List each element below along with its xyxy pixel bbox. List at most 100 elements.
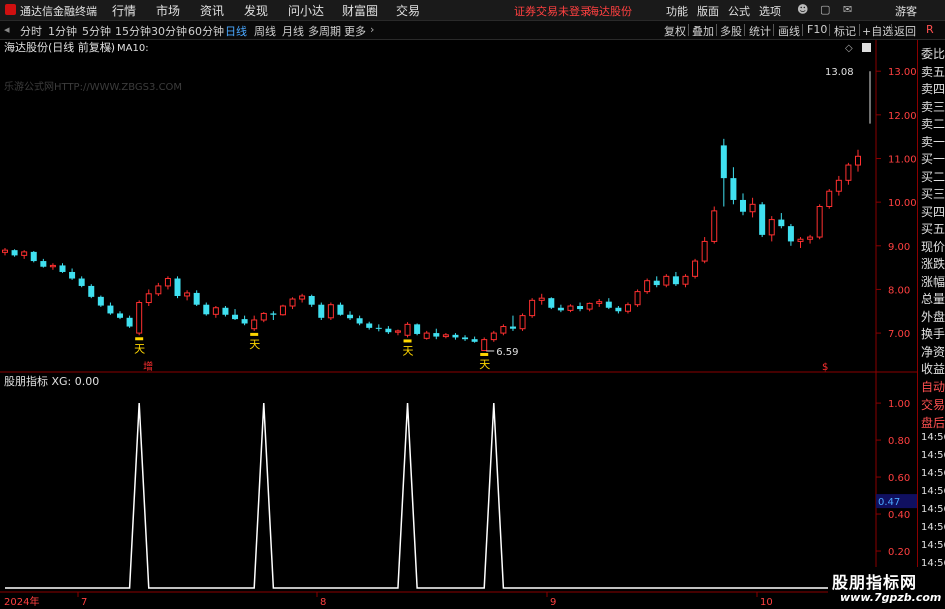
draw-button[interactable]: 画线 [778,23,800,39]
indicator-tick-label: 0.40 [888,510,910,521]
candle-body-down [222,307,229,315]
quote-field-label[interactable]: 净资 [921,343,945,360]
candle-body-up [251,319,258,330]
skin-icon[interactable]: ☻ [797,3,808,16]
period-more[interactable]: 更多 [344,23,366,39]
period-60min[interactable]: 60分钟 [188,23,224,39]
candle-body-down [40,261,47,267]
trade-time-label: 14:56 [921,485,945,497]
quote-field-label[interactable]: 涨跌 [921,255,945,272]
indicator-tick-label: 1.00 [888,399,910,410]
settings-box-icon[interactable] [862,43,871,52]
quote-field-label[interactable]: 卖二 [921,115,945,132]
candle-body-down [356,318,363,324]
fuquan-button[interactable]: 复权 [664,23,686,39]
quote-field-label[interactable]: 卖四 [921,80,945,97]
panel-mode-label[interactable]: 自动 [921,378,945,395]
menu-xuanxiang[interactable]: 选项 [759,3,781,19]
quote-field-label[interactable]: 总量 [921,290,945,307]
candle-body-down [759,204,766,235]
quote-field-label[interactable]: 买三 [921,185,945,202]
candle-body-down [509,326,516,329]
menu-faxian[interactable]: 发现 [244,2,268,19]
mark-button[interactable]: 标记 [834,23,856,39]
period-daily[interactable]: 日线 [225,23,247,39]
quote-field-label[interactable]: 买一 [921,150,945,167]
period-5min[interactable]: 5分钟 [82,23,111,39]
candle-body-up [394,330,401,333]
candle-body-down [653,280,660,286]
quote-field-label[interactable]: 外盘 [921,308,945,325]
more-chevron-icon[interactable]: › [370,23,374,36]
candle-body-down [375,327,382,329]
period-fenshi[interactable]: 分时 [20,23,42,39]
candle-body-up [768,219,775,236]
candle-body-down [787,226,794,242]
quote-field-label[interactable]: 卖五 [921,63,945,80]
multi-stock-button[interactable]: 多股 [720,23,742,39]
candle-body-up [845,164,852,181]
period-15min[interactable]: 15分钟 [115,23,151,39]
f10-button[interactable]: F10 [807,23,827,36]
candle-body-down [78,278,85,286]
chat-icon[interactable]: ▢ [820,3,830,16]
diamond-icon[interactable]: ◇ [845,43,853,54]
add-favorite-button[interactable]: +自选 [862,23,893,39]
menu-wenxiaoda[interactable]: 问小达 [288,2,324,19]
overlay-button[interactable]: 叠加 [692,23,714,39]
mail-icon[interactable]: ✉ [843,3,852,16]
candle-body-up [442,334,449,338]
x-label-month: 10 [760,597,773,608]
quote-field-label[interactable]: 现价 [921,238,945,255]
menu-gongshi[interactable]: 公式 [728,3,750,19]
panel-mode-label[interactable]: 盘后 [921,414,945,431]
side-panel-header-mark[interactable]: R [926,23,934,36]
period-30min[interactable]: 30分钟 [151,23,187,39]
period-monthly[interactable]: 月线 [282,23,304,39]
candle-body-down [203,304,210,315]
quote-field-label[interactable]: 卖三 [921,98,945,115]
panel-mode-label[interactable]: 交易 [921,396,945,413]
menu-gongneng[interactable]: 功能 [666,3,688,19]
quote-field-label[interactable]: 收益 [921,360,945,377]
menu-hangqing[interactable]: 行情 [112,2,136,19]
stats-button[interactable]: 统计 [749,23,771,39]
quote-field-label[interactable]: 涨幅 [921,273,945,290]
separator [859,24,860,36]
candle-body-up [490,332,497,341]
candle-body-down [174,278,181,296]
trade-time-label: 14:56 [921,521,945,533]
candle-body-down [720,145,727,179]
candle-body-down [193,292,200,305]
candle-body-up [423,332,430,339]
user-name[interactable]: 游客 [895,3,917,19]
separator [802,24,803,36]
menu-shichang[interactable]: 市场 [156,2,180,19]
separator [773,24,774,36]
quote-field-label[interactable]: 换手 [921,325,945,342]
period-weekly[interactable]: 周线 [254,23,276,39]
quote-field-label[interactable]: 买四 [921,203,945,220]
candle-body-down [557,307,564,311]
period-multi[interactable]: 多周期 [308,23,341,39]
quote-field-label[interactable]: 卖一 [921,133,945,150]
back-button[interactable]: 返回 [894,23,916,39]
candle-body-down [730,178,737,200]
trade-time-label: 14:56 [921,539,945,551]
quote-field-label[interactable]: 委比 [921,45,945,62]
menu-banmian[interactable]: 版面 [697,3,719,19]
period-1min[interactable]: 1分钟 [48,23,77,39]
menu-zixun[interactable]: 资讯 [200,2,224,19]
quote-side-panel: 委比 卖五 卖四 卖三 卖二 卖一 买一 买二 买三 买四 买五 现价 涨跌 涨幅 总量 外盘 换手 净资 收益 自动… [917,40,945,609]
menu-jiaoyi[interactable]: 交易 [396,2,420,19]
price-tick-label: 8.00 [888,285,910,296]
expand-icon[interactable]: ◈ [104,43,112,54]
quote-field-label[interactable]: 买二 [921,168,945,185]
quote-field-label[interactable]: 买五 [921,220,945,237]
candle-body-up [136,302,143,334]
chart-area[interactable]: 13.00 12.00 11.00 10.00 9.00 8.00 7.00 1.00 0.80… [0,40,917,609]
collapse-icon[interactable]: ◂ [4,23,10,36]
login-warning[interactable]: 证券交易未登录 [514,3,591,19]
candle-body-down [672,276,679,285]
menu-caifuquan[interactable]: 财富圈 [342,2,378,19]
